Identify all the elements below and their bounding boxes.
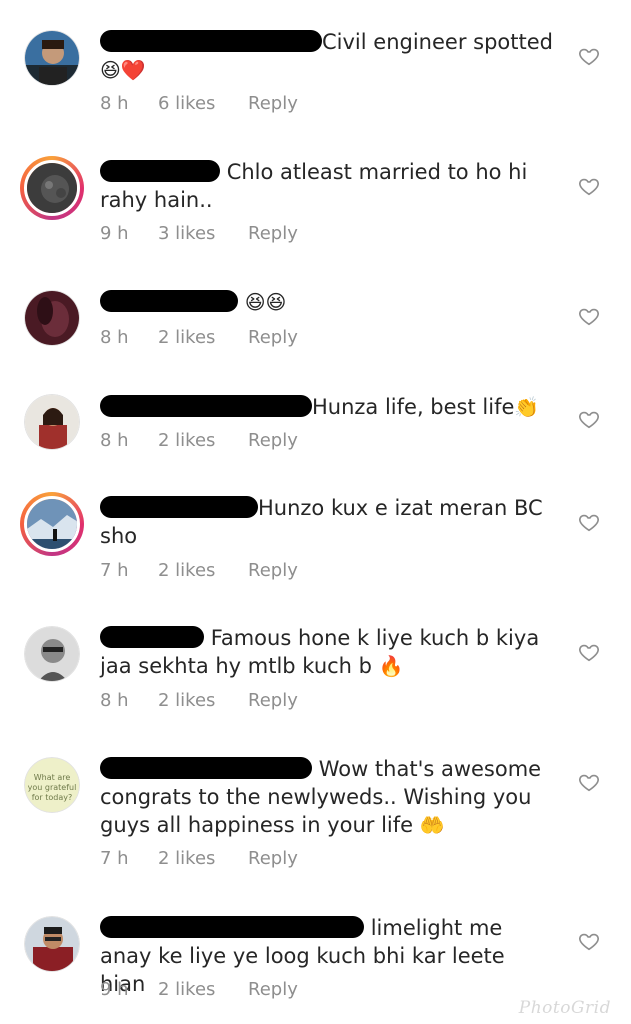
avatar[interactable] (24, 290, 80, 346)
avatar[interactable] (24, 916, 80, 972)
like-count[interactable]: 2 likes (158, 430, 248, 451)
comment-meta: 7 h 2 likes Reply (100, 848, 298, 869)
emoji: 🔥 (378, 654, 404, 678)
comment-text: Wow that's awesome congrats to the newly… (100, 757, 542, 837)
comment-text: Famous hone k liye kuch b kiya jaa sekht… (100, 626, 540, 678)
timestamp: 9 h (100, 979, 129, 1000)
comment-meta: 9 h 2 likes Reply (100, 979, 298, 1000)
avatar-text: What are you grateful for today? (27, 773, 77, 802)
heart-outline-icon[interactable] (578, 45, 600, 67)
watermark: PhotoGrid (518, 998, 611, 1018)
avatar[interactable] (20, 492, 84, 556)
timestamp: 8 h (100, 690, 129, 711)
comment-text: Chlo atleast married to ho hi rahy hain.… (100, 160, 528, 212)
emoji: 🤲 (419, 813, 445, 837)
timestamp: 7 h (100, 560, 129, 581)
avatar[interactable] (20, 156, 84, 220)
heart-outline-icon[interactable] (578, 771, 600, 793)
heart-outline-icon[interactable] (578, 408, 600, 430)
redacted-username (100, 30, 322, 52)
like-count[interactable]: 2 likes (158, 848, 248, 869)
comment-text: Hunza life, best life👏 (100, 393, 555, 421)
like-count[interactable]: 2 likes (158, 979, 248, 1000)
redacted-username (100, 626, 204, 648)
comment-meta: 9 h 3 likes Reply (100, 223, 298, 244)
like-count[interactable]: 2 likes (158, 327, 248, 348)
redacted-username (100, 395, 312, 417)
comment-meta: 8 h 6 likes Reply (100, 93, 298, 114)
redacted-username (100, 160, 220, 182)
avatar[interactable] (24, 626, 80, 682)
emoji: 👏 (514, 395, 540, 419)
redacted-username (100, 916, 364, 938)
reply-button[interactable]: Reply (248, 223, 298, 244)
heart-outline-icon[interactable] (578, 305, 600, 327)
comment-meta: 8 h 2 likes Reply (100, 327, 298, 348)
comment-meta: 7 h 2 likes Reply (100, 560, 298, 581)
avatar[interactable] (24, 394, 80, 450)
like-count[interactable]: 6 likes (158, 93, 248, 114)
redacted-username (100, 757, 312, 779)
heart-outline-icon[interactable] (578, 175, 600, 197)
timestamp: 8 h (100, 93, 129, 114)
reply-button[interactable]: Reply (248, 848, 298, 869)
timestamp: 8 h (100, 327, 129, 348)
comment-meta: 8 h 2 likes Reply (100, 430, 298, 451)
like-count[interactable]: 2 likes (158, 560, 248, 581)
emoji: 😆❤️ (100, 58, 146, 82)
reply-button[interactable]: Reply (248, 93, 298, 114)
redacted-username (100, 290, 238, 312)
avatar[interactable] (24, 30, 80, 86)
timestamp: 7 h (100, 848, 129, 869)
redacted-username (100, 496, 258, 518)
heart-outline-icon[interactable] (578, 930, 600, 952)
emoji: 😆😆 (244, 290, 287, 314)
timestamp: 9 h (100, 223, 129, 244)
reply-button[interactable]: Reply (248, 979, 298, 1000)
timestamp: 8 h (100, 430, 129, 451)
reply-button[interactable]: Reply (248, 430, 298, 451)
like-count[interactable]: 3 likes (158, 223, 248, 244)
comment-text: Hunzo kux e izat meran BC sho (100, 496, 543, 548)
comment-text: Civil engineer spotted 😆❤️ (100, 30, 553, 82)
heart-outline-icon[interactable] (578, 641, 600, 663)
reply-button[interactable]: Reply (248, 560, 298, 581)
comment-meta: 8 h 2 likes Reply (100, 690, 298, 711)
avatar[interactable]: What are you grateful for today? (24, 757, 80, 813)
heart-outline-icon[interactable] (578, 511, 600, 533)
comment-text: 😆😆 (100, 288, 555, 316)
like-count[interactable]: 2 likes (158, 690, 248, 711)
reply-button[interactable]: Reply (248, 327, 298, 348)
reply-button[interactable]: Reply (248, 690, 298, 711)
